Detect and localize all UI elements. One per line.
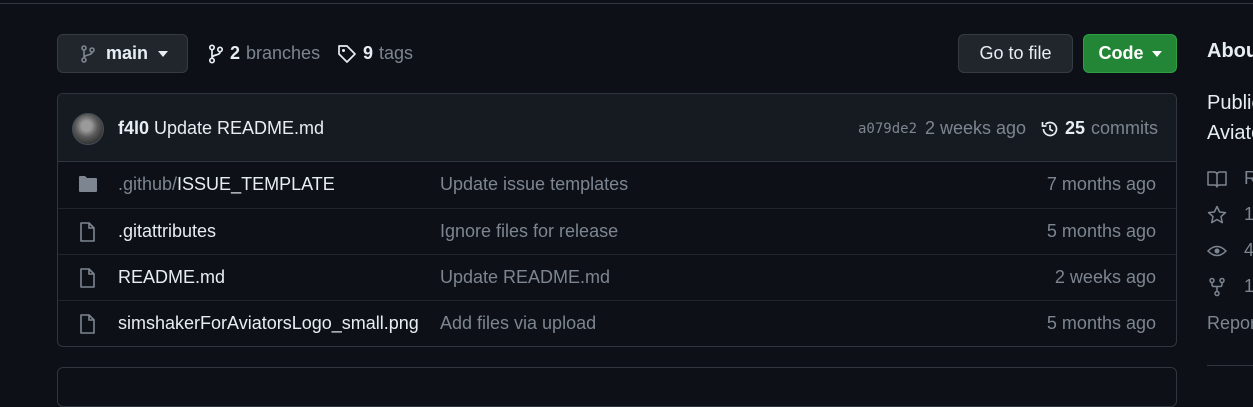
fork-icon <box>1209 277 1225 296</box>
readme-link-label: Re <box>1244 168 1253 188</box>
commit-message[interactable]: Update README.md <box>154 118 324 139</box>
file-name[interactable]: simshakerForAviatorsLogo_small.png <box>118 313 419 334</box>
readme-box <box>57 367 1177 407</box>
about-description-line: Aviato <box>1207 122 1253 144</box>
commit-time[interactable]: 2 weeks ago <box>925 118 1026 139</box>
folder-icon <box>79 176 97 192</box>
file-icon <box>80 314 95 334</box>
commit-label: commits <box>1091 118 1159 138</box>
about-divider <box>1207 365 1253 366</box>
file-commit-message[interactable]: Ignore files for release <box>440 221 618 242</box>
header-divider <box>0 3 1253 4</box>
readme-link[interactable]: Re <box>1207 168 1253 189</box>
branches-link[interactable]: 2 branches <box>208 34 320 73</box>
report-repository-link[interactable]: Report <box>1207 313 1253 334</box>
commit-author[interactable]: f4l0 <box>118 118 149 139</box>
tags-link[interactable]: 9 tags <box>337 34 413 73</box>
stars-count: 14 <box>1244 204 1253 224</box>
book-icon <box>1207 170 1227 188</box>
branch-select-button[interactable]: main <box>57 34 188 73</box>
branches-label: branches <box>246 43 321 63</box>
file-name[interactable]: .gitattributes <box>118 221 216 242</box>
about-description-line: Public <box>1207 92 1253 114</box>
file-commit-message[interactable]: Update README.md <box>440 267 610 288</box>
file-name-text: ISSUE_TEMPLATE <box>177 174 335 194</box>
branches-count: 2 <box>230 43 241 63</box>
about-heading: About <box>1207 40 1253 62</box>
file-icon <box>80 268 95 288</box>
caret-down-icon <box>1151 50 1162 57</box>
forks-count: 1 <box>1244 276 1253 296</box>
watchers-link[interactable]: 4 <box>1207 240 1253 261</box>
git-branch-icon <box>81 44 95 63</box>
commits-link[interactable]: 25 commits <box>1040 118 1158 139</box>
code-button[interactable]: Code <box>1083 34 1177 73</box>
git-branch-icon <box>208 43 224 64</box>
watchers-count: 4 <box>1244 240 1253 260</box>
file-name[interactable]: README.md <box>118 267 225 288</box>
file-name-text: README.md <box>118 267 226 287</box>
file-list-box: f4l0 Update README.md a079de2 2 weeks ag… <box>57 93 1177 347</box>
latest-commit-bar: f4l0 Update README.md a079de2 2 weeks ag… <box>58 94 1176 162</box>
about-description: Public Aviato <box>1207 88 1253 148</box>
file-age: 5 months ago <box>1046 221 1156 241</box>
file-row[interactable]: .gitattributes Ignore files for release … <box>58 208 1176 254</box>
tag-icon <box>338 44 356 63</box>
file-icon <box>80 222 95 242</box>
history-icon <box>1041 121 1058 136</box>
tags-count: 9 <box>363 43 374 63</box>
file-age: 2 weeks ago <box>1054 267 1156 287</box>
file-row[interactable]: README.md Update README.md 2 weeks ago <box>58 254 1176 300</box>
go-to-file-button[interactable]: Go to file <box>958 34 1073 73</box>
file-name[interactable]: .github/ISSUE_TEMPLATE <box>118 174 335 195</box>
branch-name: main <box>106 43 149 63</box>
star-icon <box>1207 205 1227 223</box>
file-row[interactable]: .github/ISSUE_TEMPLATE Update issue temp… <box>58 162 1176 208</box>
avatar[interactable] <box>72 113 104 145</box>
file-age: 5 months ago <box>1046 313 1156 333</box>
eye-icon <box>1207 245 1227 256</box>
tags-label: tags <box>379 43 414 63</box>
file-row[interactable]: simshakerForAviatorsLogo_small.png Add f… <box>58 300 1176 346</box>
code-button-label: Code <box>1098 43 1144 63</box>
file-age: 7 months ago <box>1046 174 1156 194</box>
forks-link[interactable]: 1 <box>1207 276 1253 297</box>
commit-count: 25 <box>1065 118 1086 138</box>
file-name-text: simshakerForAviatorsLogo_small.png <box>118 313 419 333</box>
stars-link[interactable]: 14 <box>1207 204 1253 225</box>
file-path-prefix: .github/ <box>118 174 178 194</box>
file-name-text: .gitattributes <box>118 221 217 241</box>
file-commit-message[interactable]: Update issue templates <box>440 174 628 195</box>
caret-down-icon <box>158 50 169 57</box>
commit-sha[interactable]: a079de2 <box>858 121 917 137</box>
file-commit-message[interactable]: Add files via upload <box>440 313 596 334</box>
